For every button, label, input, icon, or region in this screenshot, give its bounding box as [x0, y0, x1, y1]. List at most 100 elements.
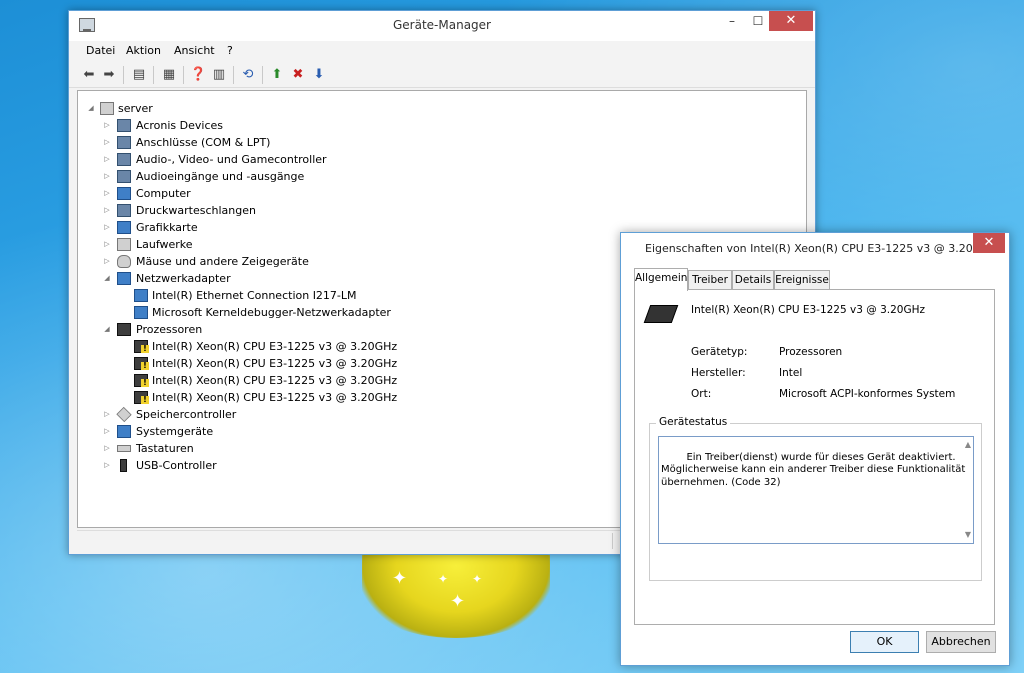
network-adapter-icon [134, 289, 148, 302]
expand-arrow-icon[interactable]: ▷ [102, 219, 112, 236]
tree-item-label: Audioeingänge und -ausgänge [136, 170, 305, 183]
toolbar-separator [183, 66, 184, 84]
tree-item-label: Druckwarteschlangen [136, 204, 256, 217]
usb-icon [120, 459, 127, 472]
processor-warning-icon [134, 340, 149, 353]
expand-arrow-icon[interactable]: ▷ [102, 457, 112, 474]
tree-item-label: Intel(R) Ethernet Connection I217-LM [152, 289, 357, 302]
printer-icon [117, 204, 131, 217]
toolbar-separator [233, 66, 234, 84]
tree-item-label: Speichercontroller [136, 408, 237, 421]
expand-arrow-icon[interactable]: ▷ [102, 185, 112, 202]
action-pane-icon[interactable]: ▥ [211, 67, 227, 83]
device-icon [117, 119, 131, 132]
tree-item-label: Mäuse und andere Zeigegeräte [136, 255, 309, 268]
processor-icon [117, 323, 131, 336]
tab-allgemein[interactable]: Allgemein [634, 268, 688, 291]
tab-ereignisse[interactable]: Ereignisse [774, 270, 830, 290]
menu-help[interactable]: ? [227, 44, 233, 57]
drive-icon [117, 238, 131, 251]
uninstall-device-icon[interactable]: ✖ [290, 67, 306, 83]
processor-warning-icon [134, 357, 149, 370]
tree-item-label: Systemgeräte [136, 425, 214, 438]
processor-icon [643, 305, 679, 323]
device-status-group: Gerätestatus Ein Treiber(dienst) wurde f… [649, 416, 982, 581]
dialog-close-button[interactable]: ✕ [973, 233, 1005, 253]
cancel-button[interactable]: Abbrechen [926, 631, 996, 653]
tree-item-label: Intel(R) Xeon(R) CPU E3-1225 v3 @ 3.20GH… [152, 374, 398, 387]
tree-item-label: Netzwerkadapter [136, 272, 231, 285]
title-bar[interactable]: Geräte-Manager – ☐ ✕ [69, 11, 815, 41]
toolbar: ⬅ ➡ ▤ ▦ ❓ ▥ ⟲ ⬆ ✖ ⬇ [69, 62, 815, 88]
maximize-button[interactable]: ☐ [745, 11, 771, 31]
storage-controller-icon [116, 406, 132, 423]
collapse-arrow-icon[interactable]: ◢ [102, 321, 112, 338]
tree-item-label: Acronis Devices [136, 119, 223, 132]
back-arrow-icon[interactable]: ⬅ [81, 67, 97, 83]
menu-ansicht[interactable]: Ansicht [174, 44, 215, 57]
menu-datei[interactable]: Datei [86, 44, 115, 57]
keyboard-icon [117, 445, 131, 452]
tree-item-label: USB-Controller [136, 459, 217, 472]
menu-bar: Datei Aktion Ansicht ? [69, 41, 815, 61]
console-tree-icon[interactable]: ▤ [131, 67, 147, 83]
speaker-icon [117, 153, 131, 166]
expand-arrow-icon[interactable]: ▷ [102, 117, 112, 134]
collapse-arrow-icon[interactable]: ◢ [102, 270, 112, 287]
tab-treiber[interactable]: Treiber [688, 270, 732, 290]
expand-arrow-icon[interactable]: ▷ [102, 134, 112, 151]
tree-item-label: Prozessoren [136, 323, 203, 336]
scroll-up-icon[interactable]: ▲ [965, 439, 971, 452]
monitor-icon [117, 187, 131, 200]
expand-arrow-icon[interactable]: ▷ [102, 151, 112, 168]
tree-root-label: server [118, 102, 153, 115]
device-status-textbox[interactable]: Ein Treiber(dienst) wurde für dieses Ger… [658, 436, 974, 544]
expand-arrow-icon[interactable]: ▷ [102, 202, 112, 219]
properties-icon[interactable]: ▦ [161, 67, 177, 83]
minimize-button[interactable]: – [719, 11, 745, 31]
tree-item-label: Computer [136, 187, 191, 200]
tree-item-label: Audio-, Video- und Gamecontroller [136, 153, 327, 166]
scroll-down-icon[interactable]: ▼ [965, 529, 971, 542]
update-driver-icon[interactable]: ⬆ [269, 67, 285, 83]
computer-icon [100, 102, 114, 115]
toolbar-separator [153, 66, 154, 84]
tab-strip: Allgemein Treiber Details Ereignisse [634, 268, 994, 291]
device-name: Intel(R) Xeon(R) CPU E3-1225 v3 @ 3.20GH… [691, 304, 925, 316]
toolbar-separator [123, 66, 124, 84]
enable-device-icon[interactable]: ⬇ [311, 67, 327, 83]
help-icon[interactable]: ❓ [190, 67, 206, 83]
tree-item-label: Intel(R) Xeon(R) CPU E3-1225 v3 @ 3.20GH… [152, 391, 398, 404]
dialog-title: Eigenschaften von Intel(R) Xeon(R) CPU E… [645, 242, 996, 255]
wallpaper-flower: ✦ ✦ ✦ ✦ [362, 548, 550, 638]
display-adapter-icon [117, 221, 131, 234]
close-button[interactable]: ✕ [769, 11, 813, 31]
expand-arrow-icon[interactable]: ▷ [102, 168, 112, 185]
network-adapter-icon [134, 306, 148, 319]
mouse-icon [117, 255, 131, 268]
scan-hardware-icon[interactable]: ⟲ [240, 67, 256, 83]
forward-arrow-icon[interactable]: ➡ [101, 67, 117, 83]
menu-aktion[interactable]: Aktion [126, 44, 161, 57]
port-icon [117, 136, 131, 149]
device-type-label: Gerätetyp: [691, 346, 748, 358]
tree-item-label: Intel(R) Xeon(R) CPU E3-1225 v3 @ 3.20GH… [152, 340, 398, 353]
speaker-icon [117, 170, 131, 183]
ok-button[interactable]: OK [850, 631, 919, 653]
expand-arrow-icon[interactable]: ▷ [102, 253, 112, 270]
tab-panel-general: Intel(R) Xeon(R) CPU E3-1225 v3 @ 3.20GH… [634, 289, 995, 625]
processor-warning-icon [134, 391, 149, 404]
tree-item-label: Tastaturen [136, 442, 194, 455]
expand-arrow-icon[interactable]: ▷ [102, 440, 112, 457]
tab-details[interactable]: Details [732, 270, 774, 290]
expand-arrow-icon[interactable]: ▷ [102, 423, 112, 440]
expand-arrow-icon[interactable]: ▷ [102, 236, 112, 253]
collapse-arrow-icon[interactable]: ◢ [86, 100, 96, 117]
system-device-icon [117, 425, 131, 438]
status-divider [612, 533, 613, 549]
toolbar-separator [262, 66, 263, 84]
expand-arrow-icon[interactable]: ▷ [102, 406, 112, 423]
tree-item-label: Intel(R) Xeon(R) CPU E3-1225 v3 @ 3.20GH… [152, 357, 398, 370]
tree-item-label: Anschlüsse (COM & LPT) [136, 136, 271, 149]
device-status-label: Gerätestatus [656, 416, 731, 428]
